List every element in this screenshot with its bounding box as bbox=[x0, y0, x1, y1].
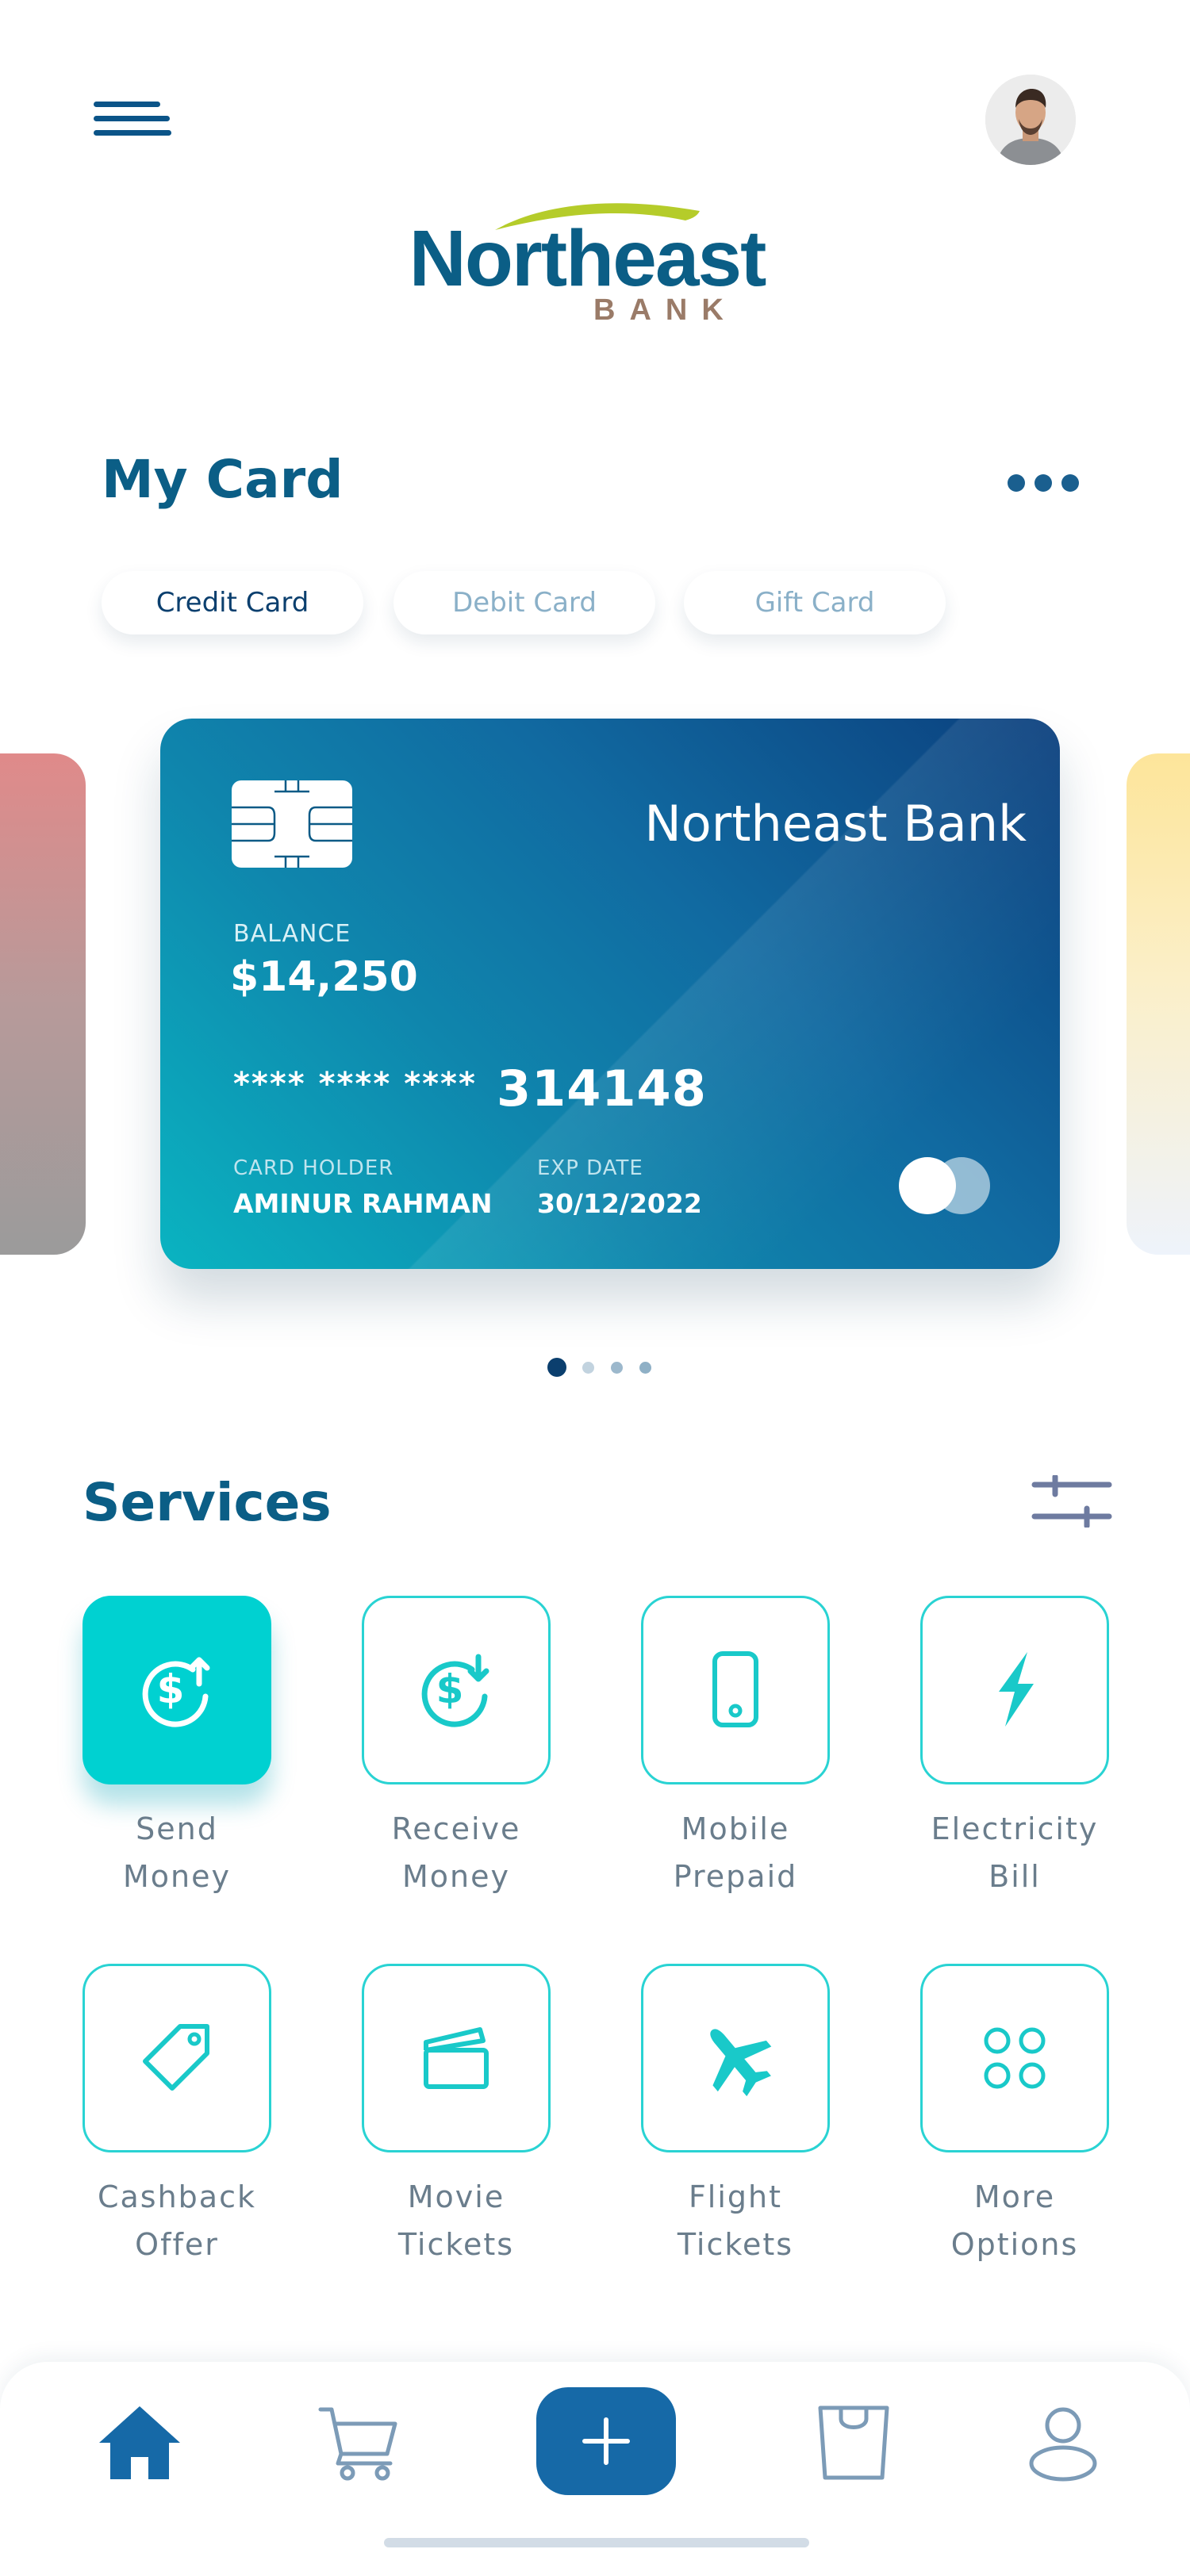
service-label: Send Money bbox=[58, 1805, 296, 1900]
grid-icon bbox=[984, 2027, 1046, 2089]
card-holder-label: CARD HOLDER bbox=[233, 1156, 394, 1180]
emv-chip-icon bbox=[232, 780, 352, 868]
service-label: Receive Money bbox=[337, 1805, 575, 1900]
service-label: More Options bbox=[896, 2173, 1134, 2268]
service-label-line: Prepaid bbox=[673, 1859, 798, 1894]
card-brand-icon bbox=[898, 1156, 993, 1215]
tab-gift-card[interactable]: Gift Card bbox=[684, 571, 946, 634]
service-label-line: Send bbox=[136, 1811, 218, 1846]
nav-profile[interactable] bbox=[1015, 2395, 1111, 2490]
airplane-icon bbox=[710, 2029, 772, 2097]
service-label-line: Options bbox=[950, 2227, 1079, 2262]
next-card[interactable] bbox=[1127, 753, 1190, 1255]
send-money-icon: $ bbox=[142, 1657, 210, 1727]
carousel-dot[interactable] bbox=[611, 1362, 623, 1374]
receive-money-icon: $ bbox=[421, 1654, 489, 1727]
carousel-dot-active[interactable] bbox=[547, 1358, 566, 1377]
service-label-line: Electricity bbox=[931, 1811, 1099, 1846]
service-label-line: Tickets bbox=[677, 2227, 794, 2262]
user-photo bbox=[985, 75, 1076, 165]
logo-wordmark: Northeast bbox=[409, 214, 767, 303]
plus-icon bbox=[582, 2417, 630, 2465]
service-label: Mobile Prepaid bbox=[616, 1805, 854, 1900]
flight-tickets-button[interactable] bbox=[641, 1964, 830, 2152]
balance-value: $14,250 bbox=[230, 953, 418, 1001]
service-label-line: More bbox=[973, 2179, 1056, 2214]
tab-credit-card[interactable]: Credit Card bbox=[102, 571, 363, 634]
nav-home[interactable] bbox=[92, 2395, 187, 2490]
service-label: Cashback Offer bbox=[58, 2173, 296, 2268]
electricity-bill-button[interactable] bbox=[920, 1596, 1109, 1784]
bank-logo: Northeast BANK bbox=[397, 197, 777, 332]
profile-icon bbox=[1029, 2407, 1097, 2482]
service-label-line: Movie bbox=[407, 2179, 505, 2214]
shopping-bag-icon bbox=[818, 2405, 889, 2480]
exp-date-label: EXP DATE bbox=[537, 1156, 643, 1180]
svg-text:$: $ bbox=[157, 1666, 185, 1712]
card-holder-name: AMINUR RAHMAN bbox=[233, 1188, 493, 1219]
service-label: Flight Tickets bbox=[616, 2173, 854, 2268]
clapperboard-icon bbox=[424, 2027, 489, 2089]
receive-money-button[interactable]: $ bbox=[362, 1596, 551, 1784]
cart-icon bbox=[318, 2407, 397, 2481]
service-label: Electricity Bill bbox=[896, 1805, 1134, 1900]
nav-cart[interactable] bbox=[311, 2395, 406, 2490]
services-title: Services bbox=[83, 1472, 332, 1533]
carousel-dot[interactable] bbox=[639, 1362, 651, 1374]
service-label-line: Flight bbox=[688, 2179, 783, 2214]
menu-button[interactable] bbox=[94, 95, 173, 143]
service-label-line: Money bbox=[123, 1859, 231, 1894]
balance-label: BALANCE bbox=[233, 920, 351, 948]
exp-date-value: 30/12/2022 bbox=[537, 1188, 702, 1219]
tag-icon bbox=[143, 2024, 209, 2091]
card-number-mask: **** **** **** bbox=[233, 1066, 477, 1102]
previous-card[interactable] bbox=[0, 753, 86, 1255]
cashback-offer-button[interactable] bbox=[83, 1964, 271, 2152]
credit-card[interactable]: Northeast Bank BALANCE $14,250 **** ****… bbox=[160, 719, 1060, 1269]
service-label-line: Cashback bbox=[97, 2179, 256, 2214]
home-indicator bbox=[384, 2538, 809, 2547]
service-label-line: Offer bbox=[135, 2227, 219, 2262]
card-bank-name: Northeast Bank bbox=[644, 795, 1027, 853]
avatar[interactable] bbox=[985, 75, 1076, 165]
carousel-indicator bbox=[547, 1358, 658, 1377]
carousel-dot[interactable] bbox=[582, 1362, 594, 1374]
service-label-line: Tickets bbox=[397, 2227, 515, 2262]
more-options-icon[interactable] bbox=[1008, 471, 1079, 495]
more-options-button[interactable] bbox=[920, 1964, 1109, 2152]
svg-text:$: $ bbox=[436, 1666, 464, 1712]
movie-tickets-button[interactable] bbox=[362, 1964, 551, 2152]
filter-icon[interactable] bbox=[1031, 1474, 1112, 1529]
nav-shop[interactable] bbox=[806, 2395, 901, 2490]
mobile-icon bbox=[712, 1651, 758, 1727]
service-label: Movie Tickets bbox=[337, 2173, 575, 2268]
tab-debit-card[interactable]: Debit Card bbox=[393, 571, 655, 634]
logo-subtitle: BANK bbox=[593, 293, 738, 327]
lightning-icon bbox=[999, 1652, 1034, 1727]
add-button[interactable] bbox=[536, 2387, 676, 2495]
service-label-line: Bill bbox=[988, 1859, 1041, 1894]
home-icon bbox=[99, 2406, 180, 2479]
send-money-button[interactable]: $ bbox=[83, 1596, 271, 1784]
service-label-line: Receive bbox=[391, 1811, 521, 1846]
card-number-last: 314148 bbox=[497, 1060, 707, 1117]
service-label-line: Money bbox=[402, 1859, 510, 1894]
my-card-title: My Card bbox=[102, 449, 344, 510]
service-label-line: Mobile bbox=[681, 1811, 790, 1846]
mobile-prepaid-button[interactable] bbox=[641, 1596, 830, 1784]
